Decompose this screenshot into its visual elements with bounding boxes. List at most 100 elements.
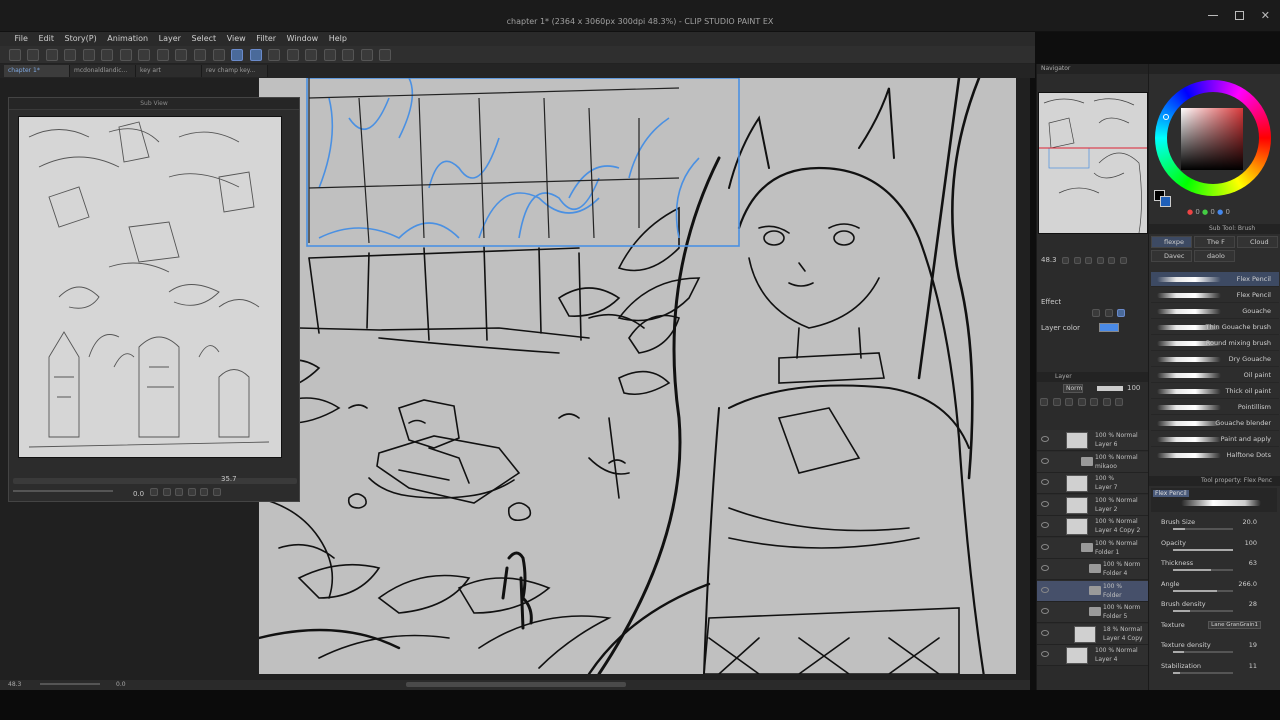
minimize-icon[interactable] — [1208, 15, 1218, 16]
brush-item[interactable]: Thin Gouache brush — [1151, 320, 1279, 335]
eye-icon[interactable] — [1041, 608, 1049, 614]
tool-property-slider[interactable] — [1173, 569, 1233, 571]
subtool-tab[interactable]: Davec — [1151, 250, 1192, 262]
canvas-h-scrollbar[interactable] — [406, 682, 626, 687]
timeline-icon[interactable] — [286, 49, 299, 61]
menu-layer[interactable]: Layer — [155, 32, 185, 46]
eye-icon[interactable] — [1041, 479, 1049, 485]
snap-special-ruler-icon[interactable] — [249, 49, 262, 61]
clip-studio-icon[interactable] — [8, 49, 21, 61]
eye-icon[interactable] — [1041, 522, 1049, 528]
drawing-canvas[interactable] — [258, 78, 1016, 674]
new-folder-icon[interactable] — [1065, 398, 1074, 406]
eye-icon[interactable] — [1041, 500, 1049, 507]
menu-file[interactable]: File — [11, 32, 32, 46]
layer-color-swatch[interactable] — [1099, 323, 1119, 332]
prev-frame-icon[interactable] — [323, 49, 336, 61]
tool-property-slider[interactable] — [1173, 651, 1233, 653]
layer-row[interactable]: 100 % Folder — [1037, 580, 1149, 602]
effect-buttons[interactable] — [1091, 308, 1131, 318]
close-icon[interactable]: ✕ — [1261, 9, 1270, 22]
new-file-icon[interactable] — [27, 49, 40, 61]
tone-effect-icon[interactable] — [1104, 309, 1113, 317]
new-raster-layer-icon[interactable] — [1040, 398, 1048, 406]
sub-view-zoom-slider[interactable] — [13, 490, 113, 492]
eye-icon[interactable] — [1041, 457, 1049, 464]
tool-property-row[interactable]: Texture density 19 — [1161, 641, 1279, 661]
zoom-out-icon[interactable] — [1062, 257, 1069, 264]
tool-property-value[interactable]: 266.0 — [1238, 580, 1257, 588]
layer-row[interactable]: 100 % Normal Layer 4 Copy 2 — [1037, 516, 1149, 537]
eye-icon[interactable] — [1041, 543, 1049, 550]
invert-selection-icon[interactable] — [194, 49, 207, 61]
sub-color-swatch[interactable] — [1160, 196, 1171, 207]
layer-row[interactable]: 100 % Norm Folder 5 — [1037, 602, 1149, 623]
tool-property-value[interactable]: 11 — [1249, 662, 1257, 670]
menu-help[interactable]: Help — [325, 32, 351, 46]
tool-property-slider[interactable] — [1173, 528, 1233, 530]
subtool-tab[interactable]: The F — [1194, 236, 1235, 248]
eye-icon[interactable] — [1041, 629, 1049, 636]
save-icon[interactable] — [64, 49, 77, 61]
navigator-controls[interactable] — [1061, 256, 1145, 266]
maximize-icon[interactable] — [1235, 11, 1244, 20]
menu-select[interactable]: Select — [187, 32, 220, 46]
rotate-left-icon[interactable] — [150, 488, 158, 496]
deselect-icon[interactable] — [175, 49, 188, 61]
tool-property-row[interactable]: Brush density 28 — [1161, 600, 1279, 620]
next-frame-icon[interactable] — [360, 49, 373, 61]
tool-property-row[interactable]: Texture Lane GranGrain1 — [1161, 620, 1279, 641]
menu-animation[interactable]: Animation — [103, 32, 152, 46]
menu-edit[interactable]: Edit — [34, 32, 58, 46]
tab-chapter-1[interactable]: chapter 1* — [4, 65, 70, 77]
menu-story[interactable]: Story(P) — [61, 32, 101, 46]
border-effect-icon[interactable] — [1092, 309, 1100, 317]
new-vector-layer-icon[interactable] — [1052, 398, 1061, 406]
brush-item[interactable]: Flex Pencil — [1151, 288, 1279, 303]
clear-icon[interactable] — [138, 49, 151, 61]
open-file-icon[interactable] — [45, 49, 58, 61]
eyedropper-icon[interactable] — [187, 488, 196, 496]
brush-item[interactable]: Thick oil paint — [1151, 384, 1279, 399]
layer-row[interactable]: 100 % Norm Folder 4 — [1037, 559, 1149, 580]
tool-property-value[interactable]: 63 — [1249, 559, 1257, 567]
redo-icon[interactable] — [119, 49, 132, 61]
tool-property-value[interactable]: 20.0 — [1243, 518, 1257, 526]
last-frame-icon[interactable] — [379, 49, 392, 61]
print-icon[interactable] — [82, 49, 95, 61]
sub-view-controls[interactable] — [149, 487, 229, 497]
rotate-right-icon[interactable] — [162, 488, 171, 496]
subtool-tab[interactable]: daolo — [1194, 250, 1235, 262]
tool-property-slider[interactable] — [1173, 610, 1233, 612]
rotate-icon[interactable] — [1108, 257, 1116, 264]
undo-icon[interactable] — [101, 49, 114, 61]
layer-row[interactable]: 100 % Normal Layer 2 — [1037, 494, 1149, 516]
navigator-preview[interactable] — [1038, 92, 1148, 234]
tool-property-row[interactable]: Stabilization 11 — [1161, 662, 1279, 682]
zoom-in-icon[interactable] — [1073, 257, 1081, 264]
tab-rev-champ[interactable]: rev champ key... — [202, 65, 268, 77]
snap-ruler-icon[interactable] — [231, 49, 244, 61]
sub-view-scrollbar[interactable] — [13, 478, 297, 484]
tool-property-slider[interactable] — [1173, 589, 1233, 592]
saturation-value-square[interactable] — [1181, 108, 1243, 170]
layer-row[interactable]: 100 % Normal Layer 4 — [1037, 645, 1149, 666]
tool-property-row[interactable]: Opacity 100 — [1161, 539, 1279, 559]
clip-icon[interactable] — [1090, 398, 1099, 406]
subtool-tab[interactable]: Cloud — [1237, 236, 1278, 248]
layer-toolbar[interactable] — [1039, 397, 1147, 409]
brush-item[interactable]: Dry Gouache — [1151, 352, 1279, 367]
brush-item[interactable]: Flex Pencil — [1151, 272, 1279, 287]
brush-item[interactable]: Oil paint — [1151, 368, 1279, 383]
layer-row[interactable]: 18 % Normal Layer 4 Copy — [1037, 623, 1149, 645]
blend-mode-select[interactable]: Norm — [1063, 384, 1083, 393]
transform-icon[interactable] — [156, 49, 169, 61]
layer-opacity-slider[interactable] — [1097, 386, 1123, 391]
layer-row[interactable]: 100 % Normal mikaoo — [1037, 451, 1149, 473]
import-image-icon[interactable] — [200, 488, 209, 496]
eye-icon[interactable] — [1041, 651, 1049, 657]
reference-icon[interactable] — [1102, 398, 1111, 406]
brush-item[interactable]: Round mixing brush — [1151, 336, 1279, 351]
reset-rotate-icon[interactable] — [1119, 257, 1127, 264]
crop-icon[interactable] — [212, 49, 225, 61]
